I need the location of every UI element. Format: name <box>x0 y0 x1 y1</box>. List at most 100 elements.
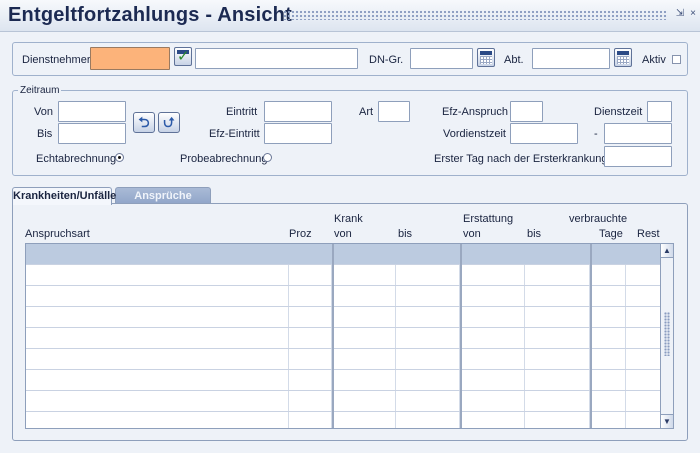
cell-tage[interactable] <box>590 412 626 428</box>
cell-rest[interactable] <box>626 370 660 390</box>
cell-proz[interactable] <box>289 265 332 285</box>
table-row[interactable] <box>26 370 660 391</box>
dienstnehmer-lookup-button[interactable]: ✓ <box>174 47 192 66</box>
cell-rest[interactable] <box>626 349 660 369</box>
cell-erstattung-bis[interactable] <box>525 370 590 390</box>
cell-krank-bis[interactable] <box>396 307 460 327</box>
cell-proz[interactable] <box>289 370 332 390</box>
table-row[interactable] <box>26 391 660 412</box>
cell-erstattung-von[interactable] <box>460 286 525 306</box>
close-icon[interactable]: × <box>688 8 698 20</box>
cell-erstattung-bis[interactable] <box>525 412 590 428</box>
minimize-icon[interactable]: ⇲ <box>675 8 685 20</box>
cell-anspruchsart[interactable] <box>26 391 289 411</box>
cell-proz[interactable] <box>289 349 332 369</box>
table-row[interactable] <box>26 265 660 286</box>
cell-anspruchsart[interactable] <box>26 328 289 348</box>
dienstzeit-to-input[interactable] <box>604 123 672 144</box>
cell-proz[interactable] <box>289 307 332 327</box>
cell-krank-bis[interactable] <box>396 391 460 411</box>
cell-erstattung-von[interactable] <box>460 307 525 327</box>
cell-anspruchsart[interactable] <box>26 370 289 390</box>
dienstzeit-input[interactable] <box>647 101 672 122</box>
cell-krank-bis[interactable] <box>396 265 460 285</box>
cell-anspruchsart[interactable] <box>26 307 289 327</box>
cell-anspruchsart[interactable] <box>26 286 289 306</box>
cell-krank-von[interactable] <box>332 265 396 285</box>
cell-erstattung-bis[interactable] <box>525 307 590 327</box>
cell-erstattung-von[interactable] <box>460 265 525 285</box>
art-input[interactable] <box>378 101 410 122</box>
cell-krank-von[interactable] <box>332 391 396 411</box>
scroll-thumb-grip[interactable] <box>664 312 670 356</box>
bis-input[interactable] <box>58 123 126 144</box>
cell-proz[interactable] <box>289 328 332 348</box>
cell-erstattung-von[interactable] <box>460 349 525 369</box>
cell-tage[interactable] <box>590 265 626 285</box>
erster-tag-input[interactable] <box>604 146 672 167</box>
cell-rest[interactable] <box>626 391 660 411</box>
table-selected-row[interactable] <box>26 244 660 265</box>
cell-erstattung-von[interactable] <box>460 328 525 348</box>
cell-rest[interactable] <box>626 328 660 348</box>
cell-krank-von[interactable] <box>332 328 396 348</box>
cell-tage[interactable] <box>590 286 626 306</box>
cell-rest[interactable] <box>626 307 660 327</box>
probeabrechnung-radio[interactable] <box>263 153 272 162</box>
cell-anspruchsart[interactable] <box>26 265 289 285</box>
cell-tage[interactable] <box>590 370 626 390</box>
scroll-up-icon[interactable]: ▲ <box>661 244 673 258</box>
abt-input[interactable] <box>532 48 610 69</box>
dienstnehmer-input[interactable] <box>90 47 170 70</box>
cell-erstattung-von[interactable] <box>460 391 525 411</box>
aktiv-checkbox[interactable] <box>672 55 681 64</box>
dngr-input[interactable] <box>410 48 473 69</box>
scroll-down-icon[interactable]: ▼ <box>661 414 673 428</box>
table-row[interactable] <box>26 307 660 328</box>
table-scrollbar[interactable]: ▲ ▼ <box>661 243 674 429</box>
cell-tage[interactable] <box>590 391 626 411</box>
previous-period-button[interactable]: ⮌ <box>133 112 155 133</box>
eintritt-input[interactable] <box>264 101 332 122</box>
abt-lookup-button[interactable] <box>614 48 632 67</box>
cell-krank-von[interactable] <box>332 349 396 369</box>
cell-erstattung-bis[interactable] <box>525 286 590 306</box>
cell-krank-bis[interactable] <box>396 286 460 306</box>
von-input[interactable] <box>58 101 126 122</box>
cell-tage[interactable] <box>590 307 626 327</box>
cell-proz[interactable] <box>289 412 332 428</box>
tab-krankheiten-unfaelle[interactable]: Krankheiten/Unfälle <box>12 187 116 205</box>
cell-rest[interactable] <box>626 286 660 306</box>
echtabrechnung-radio[interactable] <box>115 153 124 162</box>
cell-tage[interactable] <box>590 349 626 369</box>
cell-tage[interactable] <box>590 328 626 348</box>
efz-eintritt-input[interactable] <box>264 123 332 144</box>
cell-krank-von[interactable] <box>332 286 396 306</box>
cell-krank-bis[interactable] <box>396 328 460 348</box>
cell-erstattung-bis[interactable] <box>525 391 590 411</box>
cell-erstattung-bis[interactable] <box>525 265 590 285</box>
cell-erstattung-von[interactable] <box>460 370 525 390</box>
vordienstzeit-input[interactable] <box>510 123 578 144</box>
cell-rest[interactable] <box>626 265 660 285</box>
efz-anspruch-input[interactable] <box>510 101 543 122</box>
cell-anspruchsart[interactable] <box>26 412 289 428</box>
table-row[interactable] <box>26 286 660 307</box>
cell-erstattung-bis[interactable] <box>525 328 590 348</box>
next-period-button[interactable]: ⮍ <box>158 112 180 133</box>
cell-krank-bis[interactable] <box>396 370 460 390</box>
cell-rest[interactable] <box>626 412 660 428</box>
cell-krank-von[interactable] <box>332 307 396 327</box>
cell-krank-von[interactable] <box>332 370 396 390</box>
cell-erstattung-von[interactable] <box>460 412 525 428</box>
cell-krank-bis[interactable] <box>396 412 460 428</box>
cell-erstattung-bis[interactable] <box>525 349 590 369</box>
table-row[interactable] <box>26 349 660 370</box>
cell-proz[interactable] <box>289 391 332 411</box>
table-row[interactable] <box>26 328 660 349</box>
table-row[interactable] <box>26 412 660 428</box>
cell-anspruchsart[interactable] <box>26 349 289 369</box>
cell-krank-bis[interactable] <box>396 349 460 369</box>
cell-krank-von[interactable] <box>332 412 396 428</box>
dngr-lookup-button[interactable] <box>477 48 495 67</box>
